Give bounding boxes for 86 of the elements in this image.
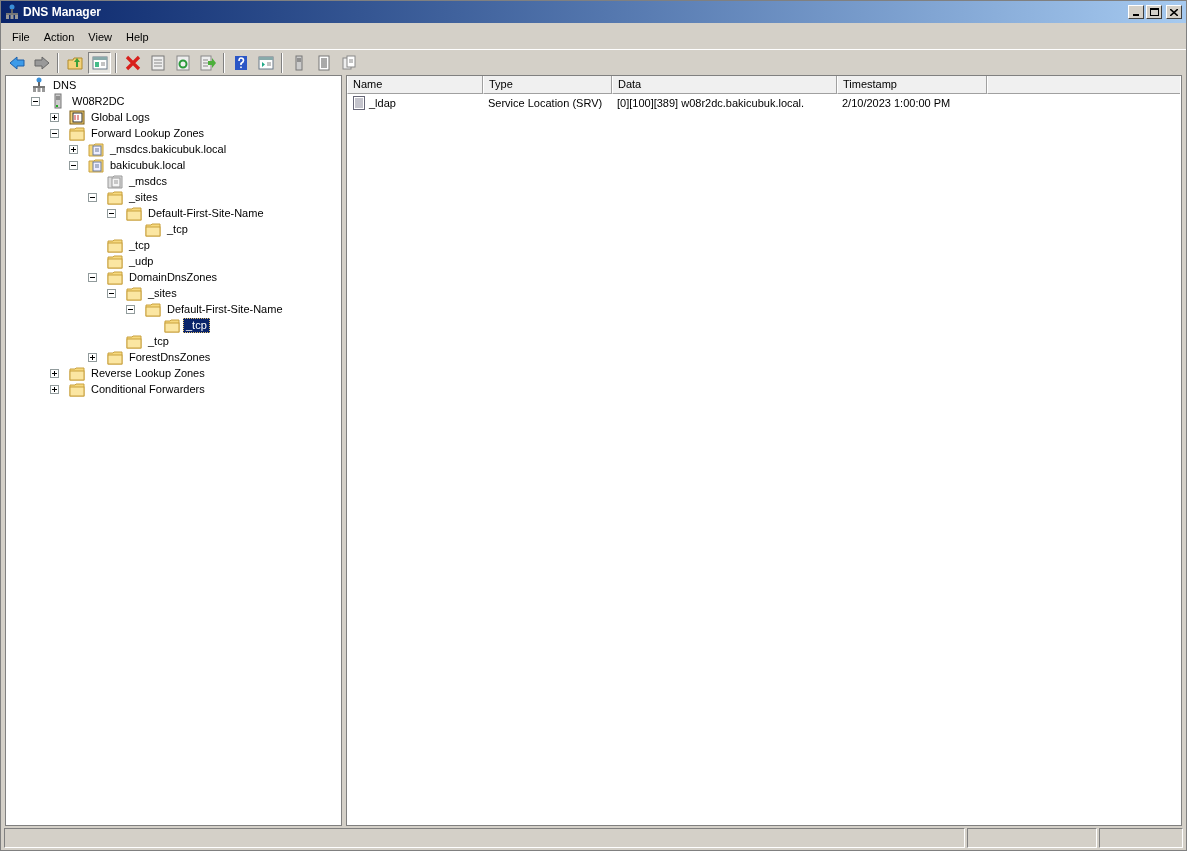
- expander-icon[interactable]: [107, 208, 116, 218]
- copy-icon: [340, 54, 357, 71]
- properties-icon: [149, 54, 166, 71]
- expander-icon[interactable]: [126, 304, 135, 314]
- folder-icon: [107, 349, 123, 365]
- folder-icon: [107, 237, 123, 253]
- tree-item[interactable]: _msdcs: [126, 173, 170, 189]
- folder-up-icon: [66, 54, 83, 71]
- folder-icon: [69, 125, 85, 141]
- expander-icon[interactable]: [50, 384, 59, 394]
- delete-icon: [124, 54, 141, 71]
- window-title: DNS Manager: [23, 4, 102, 21]
- minimize-button[interactable]: [1128, 5, 1144, 19]
- zone-icon: [88, 157, 104, 173]
- folder-icon: [69, 381, 85, 397]
- close-icon: [1170, 8, 1178, 16]
- export-icon: [199, 54, 216, 71]
- folder-icon: [145, 301, 161, 317]
- tree-item[interactable]: ForestDnsZones: [126, 349, 214, 365]
- tree-item[interactable]: _sites: [145, 285, 180, 301]
- tree-item[interactable]: _udp: [126, 253, 157, 269]
- expander-icon[interactable]: [88, 272, 97, 282]
- console-tree-icon: [91, 54, 108, 71]
- tree-item[interactable]: Reverse Lookup Zones: [88, 365, 208, 381]
- tree-item[interactable]: Default-First-Site-Name: [145, 205, 267, 221]
- table-cell-text: 2/10/2023 1:00:00 PM: [842, 95, 951, 111]
- record-icon: [352, 95, 366, 111]
- expander-icon[interactable]: [50, 368, 59, 378]
- maximize-icon: [1149, 8, 1159, 16]
- tree-item[interactable]: _tcp: [145, 333, 172, 349]
- menu-item[interactable]: File: [5, 27, 37, 47]
- help-icon: [232, 54, 249, 71]
- column-header[interactable]: Type: [483, 76, 612, 94]
- folder-icon: [107, 253, 123, 269]
- folder-icon: [107, 269, 123, 285]
- tree-item[interactable]: DomainDnsZones: [126, 269, 221, 285]
- menu-item[interactable]: Help: [118, 27, 156, 47]
- expander-icon[interactable]: [69, 160, 78, 170]
- tree-item[interactable]: _tcp: [183, 317, 210, 333]
- folder-icon: [126, 205, 142, 221]
- tree-item[interactable]: DNS: [50, 77, 80, 93]
- menu-item[interactable]: View: [81, 27, 119, 47]
- expander-icon[interactable]: [50, 112, 59, 122]
- tree-item[interactable]: Global Logs: [88, 109, 153, 125]
- network-icon: [5, 4, 19, 20]
- table-row[interactable]: _ldap Service Location (SRV) [0][100][389] w08r2dc.bakicubuk.local. 2/10/2023 1:00:00 PM: [347, 95, 1181, 111]
- tree-item[interactable]: _tcp: [164, 221, 191, 237]
- list-icon: [315, 54, 332, 71]
- column-header[interactable]: Data: [612, 76, 837, 94]
- record-name[interactable]: _ldap: [369, 94, 396, 112]
- folder-icon: [126, 333, 142, 349]
- action-pane-icon: [257, 54, 274, 71]
- menu-item[interactable]: Action: [36, 27, 82, 47]
- expander-icon[interactable]: [50, 128, 59, 138]
- close-button[interactable]: [1166, 5, 1182, 19]
- tree-item[interactable]: _sites: [126, 189, 161, 205]
- expander-icon[interactable]: [31, 96, 40, 106]
- tree-item[interactable]: Default-First-Site-Name: [164, 301, 286, 317]
- table-cell-text: [0][100][389] w08r2dc.bakicubuk.local.: [617, 95, 805, 111]
- expander-icon[interactable]: [69, 144, 78, 154]
- table-cell-text: Service Location (SRV): [488, 95, 603, 111]
- tree-item[interactable]: _tcp: [126, 237, 153, 253]
- minimize-icon: [1133, 14, 1139, 16]
- toolbar-button[interactable]: [88, 51, 111, 74]
- refresh-icon: [174, 54, 191, 71]
- forward-arrow-icon: [33, 54, 50, 71]
- tree-item[interactable]: Conditional Forwarders: [88, 381, 208, 397]
- column-header[interactable]: Name: [347, 76, 483, 94]
- column-header[interactable]: Timestamp: [837, 76, 987, 94]
- folder-icon: [126, 285, 142, 301]
- back-arrow-icon: [8, 54, 25, 71]
- folder-icon: [164, 317, 180, 333]
- tree-item[interactable]: bakicubuk.local: [107, 157, 189, 173]
- tree-item[interactable]: W08R2DC: [69, 93, 128, 109]
- expander-icon[interactable]: [107, 288, 116, 298]
- maximize-button[interactable]: [1146, 5, 1162, 19]
- event-log-icon: [69, 109, 85, 125]
- tree-item[interactable]: _msdcs.bakicubuk.local: [107, 141, 230, 157]
- folder-icon: [107, 189, 123, 205]
- zone-icon: [88, 141, 104, 157]
- zone-icon: [107, 173, 123, 189]
- folder-icon: [145, 221, 161, 237]
- expander-icon[interactable]: [88, 192, 97, 202]
- tree-item[interactable]: Forward Lookup Zones: [88, 125, 208, 141]
- folder-icon: [69, 365, 85, 381]
- expander-icon[interactable]: [88, 352, 97, 362]
